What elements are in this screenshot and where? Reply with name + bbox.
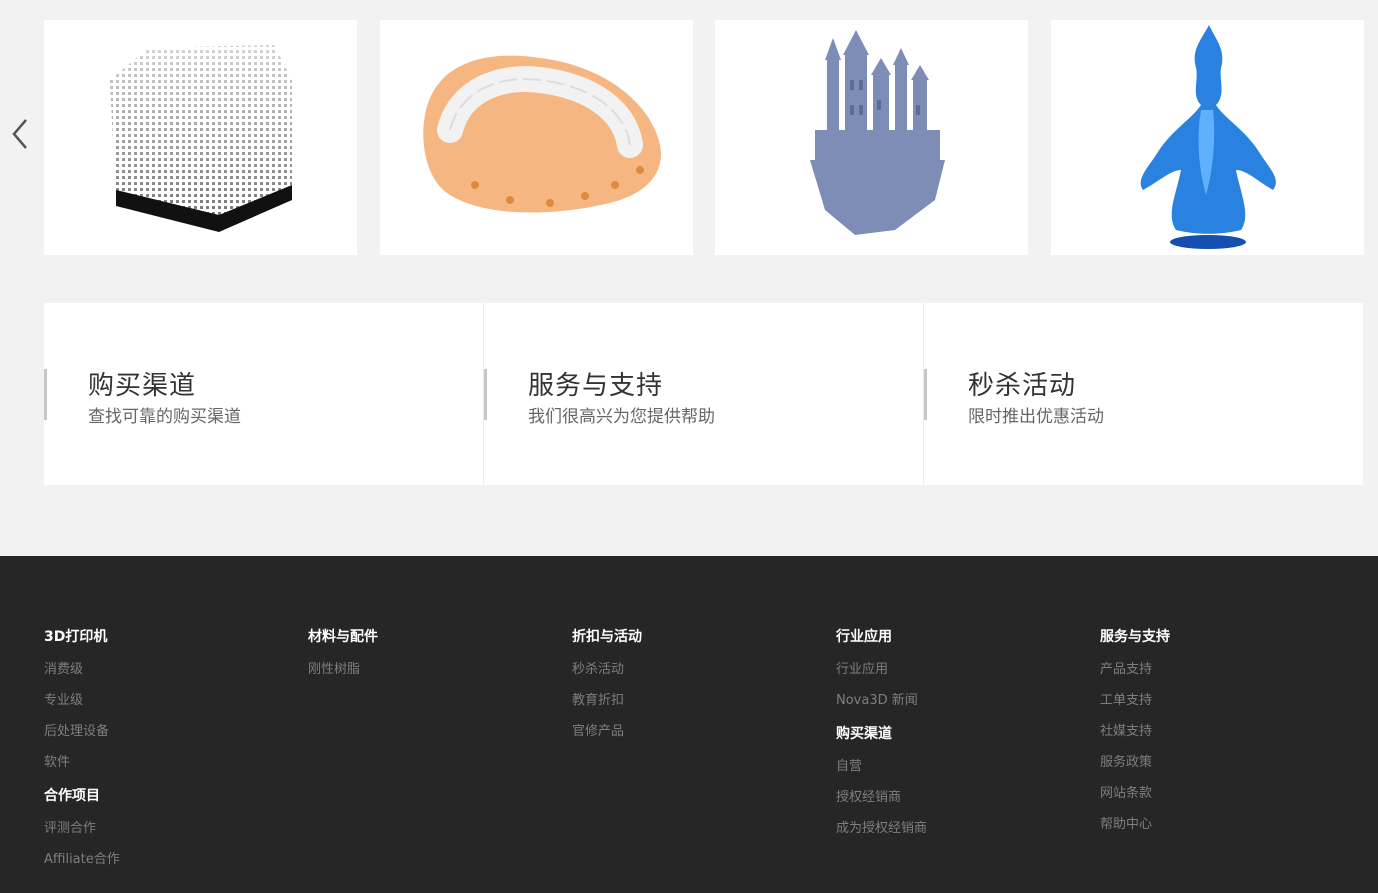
footer-link[interactable]: 服务政策 <box>1100 754 1340 772</box>
footer-link[interactable]: 产品支持 <box>1100 661 1340 679</box>
footer-heading: 服务与支持 <box>1100 629 1170 645</box>
feature-cards: 购买渠道 查找可靠的购买渠道 服务与支持 我们很高兴为您提供帮助 秒杀活动 限时… <box>44 303 1363 485</box>
footer-heading: 购买渠道 <box>836 726 892 742</box>
slide-castle-model[interactable] <box>715 20 1028 255</box>
feature-purchase-channels[interactable]: 购买渠道 查找可靠的购买渠道 <box>44 303 483 485</box>
footer-link[interactable]: 软件 <box>44 754 284 772</box>
feature-flash-sale[interactable]: 秒杀活动 限时推出优惠活动 <box>923 303 1363 485</box>
slide-dental-model[interactable] <box>380 20 693 255</box>
feature-title: 秒杀活动 <box>968 371 1077 401</box>
site-footer: 3D打印机 消费级 专业级 后处理设备 软件 合作项目 评测合作 Affilia… <box>0 556 1378 893</box>
feature-description: 查找可靠的购买渠道 <box>88 407 241 427</box>
blue-figure-model-image <box>1051 20 1364 255</box>
footer-heading: 折扣与活动 <box>572 629 642 645</box>
feature-description: 我们很高兴为您提供帮助 <box>528 407 715 427</box>
carousel-prev-button[interactable] <box>6 112 34 156</box>
slide-blue-figure-model[interactable] <box>1051 20 1364 255</box>
feature-accent-bar <box>924 369 927 420</box>
chevron-left-icon <box>12 119 27 149</box>
slide-lattice-cube[interactable] <box>44 20 357 255</box>
footer-link[interactable]: 授权经销商 <box>836 789 1076 807</box>
footer-col-materials: 材料与配件 刚性树脂 <box>308 626 548 692</box>
feature-title: 购买渠道 <box>88 371 197 401</box>
footer-col-discounts: 折扣与活动 秒杀活动 教育折扣 官修产品 <box>572 626 812 754</box>
feature-accent-bar <box>44 369 47 420</box>
feature-accent-bar <box>484 369 487 420</box>
footer-link[interactable]: 消费级 <box>44 661 284 679</box>
footer-col-support: 服务与支持 产品支持 工单支持 社媒支持 服务政策 网站条款 帮助中心 <box>1100 626 1340 847</box>
footer-heading: 合作项目 <box>44 788 100 804</box>
footer-col-industry: 行业应用 行业应用 Nova3D 新闻 购买渠道 自营 授权经销商 成为授权经销… <box>836 626 1076 851</box>
footer-link[interactable]: 工单支持 <box>1100 692 1340 710</box>
feature-description: 限时推出优惠活动 <box>968 407 1104 427</box>
footer-link[interactable]: 行业应用 <box>836 661 1076 679</box>
footer-link[interactable]: 后处理设备 <box>44 723 284 741</box>
footer-link[interactable]: Nova3D 新闻 <box>836 692 1076 710</box>
castle-model-image <box>715 20 1028 255</box>
footer-link[interactable]: Affiliate合作 <box>44 851 284 869</box>
footer-link[interactable]: 网站条款 <box>1100 785 1340 803</box>
lattice-cube-image <box>44 20 357 255</box>
footer-link[interactable]: 专业级 <box>44 692 284 710</box>
footer-link[interactable]: 教育折扣 <box>572 692 812 710</box>
footer-link[interactable]: 社媒支持 <box>1100 723 1340 741</box>
footer-heading: 行业应用 <box>836 629 892 645</box>
dental-model-image <box>380 20 693 255</box>
footer-link[interactable]: 帮助中心 <box>1100 816 1340 834</box>
footer-heading: 3D打印机 <box>44 629 108 645</box>
footer-link[interactable]: 秒杀活动 <box>572 661 812 679</box>
feature-title: 服务与支持 <box>528 371 664 401</box>
feature-service-support[interactable]: 服务与支持 我们很高兴为您提供帮助 <box>483 303 923 485</box>
footer-link[interactable]: 评测合作 <box>44 820 284 838</box>
footer-heading: 材料与配件 <box>308 629 378 645</box>
footer-link[interactable]: 成为授权经销商 <box>836 820 1076 838</box>
footer-link[interactable]: 自营 <box>836 758 1076 776</box>
footer-link[interactable]: 刚性树脂 <box>308 661 548 679</box>
footer-link[interactable]: 官修产品 <box>572 723 812 741</box>
footer-col-printers: 3D打印机 消费级 专业级 后处理设备 软件 合作项目 评测合作 Affilia… <box>44 626 284 882</box>
